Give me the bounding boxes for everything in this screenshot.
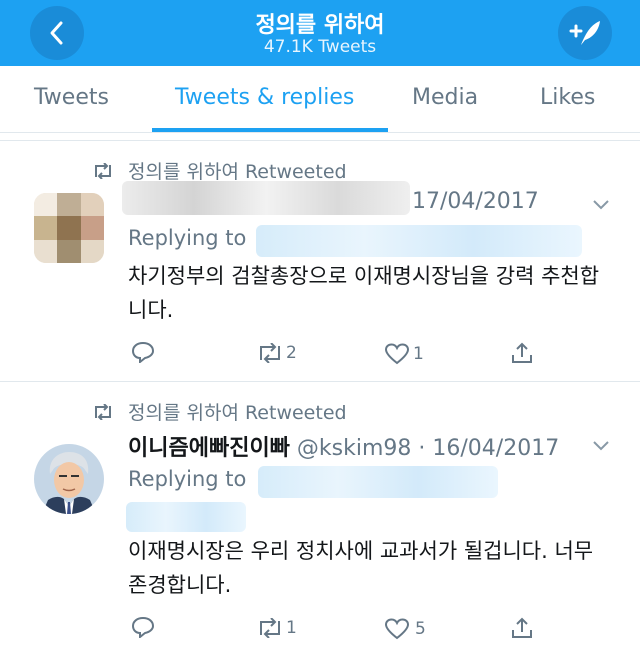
retweet-button[interactable]: 1 [256, 618, 297, 638]
compose-tweet-button[interactable] [558, 6, 612, 60]
redacted-username [122, 181, 410, 215]
retweeted-by-label: 정의를 위하여 Retweeted [128, 402, 347, 424]
chevron-down-icon[interactable] [592, 440, 610, 452]
replying-to-label: Replying to [128, 226, 247, 250]
tab-tweets[interactable]: Tweets [34, 85, 109, 110]
active-tab-indicator [152, 128, 388, 132]
tab-tweets-and-replies[interactable]: Tweets & replies [175, 85, 354, 110]
chevron-down-icon[interactable] [592, 199, 610, 211]
pixelated-avatar-image [34, 193, 104, 263]
reply-button[interactable] [131, 616, 155, 638]
tweet-date: 17/04/2017 [412, 189, 539, 214]
retweet-icon [260, 618, 280, 638]
cartoon-portrait-avatar [34, 444, 104, 514]
redacted-reply-target [256, 225, 582, 257]
retweet-indicator: 정의를 위하여 Retweeted [92, 157, 347, 184]
retweet-icon [95, 403, 111, 420]
like-button[interactable]: 1 [384, 343, 424, 365]
profile-header: 정의를 위하여 47.1K Tweets [0, 0, 640, 66]
retweet-count: 2 [286, 343, 297, 363]
reply-button[interactable] [131, 341, 155, 363]
retweet-icon [95, 162, 111, 179]
retweet-count: 1 [286, 618, 297, 638]
retweet-icon [260, 343, 280, 363]
compose-feather-icon [569, 21, 600, 45]
heart-icon [384, 343, 410, 365]
reply-icon [131, 341, 155, 363]
retweeted-by-label: 정의를 위하여 Retweeted [128, 161, 347, 183]
like-button[interactable]: 5 [384, 618, 426, 640]
profile-name-title: 정의를 위하여 [255, 13, 385, 38]
avatar[interactable] [34, 444, 104, 514]
tweet-text: 차기정부의 검찰총장으로 이재명시장님을 강력 추천합니다. [128, 264, 600, 322]
avatar[interactable] [34, 193, 104, 263]
author-handle: @kskim98 [296, 436, 412, 461]
like-count: 1 [413, 344, 424, 364]
tweet-item[interactable]: 정의를 위하여 Retweeted 이니즘에빠진이빠 @kskim98 · 16… [0, 382, 640, 654]
tab-media[interactable]: Media [412, 85, 478, 110]
retweet-indicator: 정의를 위하여 Retweeted [92, 398, 347, 425]
share-icon[interactable] [510, 616, 534, 640]
redacted-reply-target [258, 466, 498, 498]
date-text: 16/04/2017 [432, 436, 560, 461]
reply-icon [131, 616, 155, 638]
tweet-count: 47.1K Tweets [263, 37, 377, 57]
redacted-reply-target [126, 502, 246, 532]
date-text: 17/04/2017 [412, 189, 539, 214]
replying-to-label: Replying to [128, 467, 247, 491]
tweet-author-row: 이니즘에빠진이빠 @kskim98 · 16/04/2017 [128, 436, 560, 461]
retweet-button[interactable]: 2 [256, 343, 297, 363]
tab-likes[interactable]: Likes [540, 85, 595, 110]
profile-tabs: Tweets Tweets & replies Media Likes [0, 66, 640, 133]
tweet-text: 이재명시장은 우리 정치사에 교과서가 될겁니다. 너무 존경합니다. [128, 539, 594, 597]
author-name[interactable]: 이니즘에빠진이빠 [128, 436, 290, 461]
heart-icon [384, 618, 410, 640]
like-count: 5 [415, 619, 426, 639]
tweet-item[interactable]: 정의를 위하여 Retweeted 17/04/2017 Replying to… [0, 141, 640, 381]
share-icon[interactable] [510, 341, 534, 365]
